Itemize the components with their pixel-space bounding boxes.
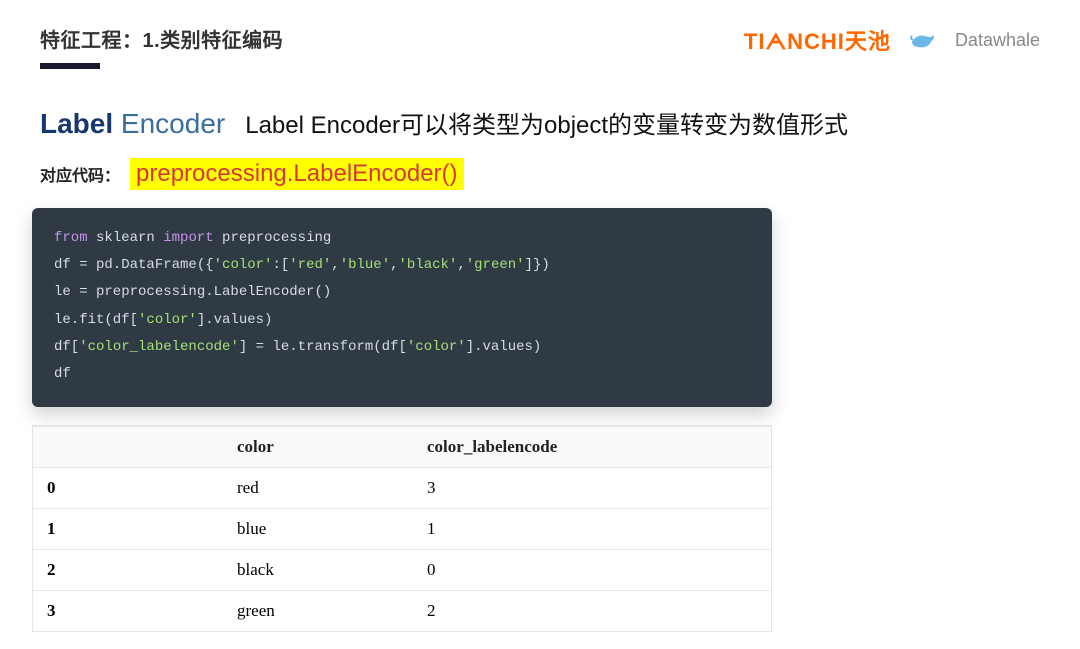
- cell-idx: 1: [33, 509, 223, 550]
- kw-import: import: [163, 230, 213, 246]
- logos: TIᗅNCHI天池 Datawhale: [744, 24, 1040, 56]
- output-table: color color_labelencode 0 red 3 1 blue 1…: [32, 425, 772, 632]
- code-l2e: ,: [457, 257, 465, 273]
- str-color: 'color': [214, 257, 273, 273]
- code-l2b: :[: [272, 257, 289, 273]
- title-description: Label Encoder可以将类型为object的变量转变为数值形式: [245, 105, 848, 140]
- code-l6: df: [54, 366, 71, 382]
- section-title: Label Encoder: [40, 108, 225, 140]
- code-line-4: le.fit(df['color'].values): [54, 308, 752, 333]
- title-encoder-word: Encoder: [113, 108, 225, 139]
- code-line-6: df: [54, 362, 752, 387]
- code-l3: le = preprocessing.LabelEncoder(): [54, 284, 331, 300]
- code-highlight: preprocessing.LabelEncoder(): [130, 158, 464, 190]
- table-row: 2 black 0: [33, 550, 771, 591]
- cell-idx: 2: [33, 550, 223, 591]
- code-line-5: df['color_labelencode'] = le.transform(d…: [54, 335, 752, 360]
- title-label-word: Label: [40, 108, 113, 139]
- table-row: 0 red 3: [33, 468, 771, 509]
- underline-accent: [40, 63, 100, 69]
- code-l2d: ,: [390, 257, 398, 273]
- kw-from: from: [54, 230, 88, 246]
- cell-color: blue: [223, 509, 413, 550]
- str-green: 'green': [466, 257, 525, 273]
- code-block: from sklearn import preprocessing df = p…: [32, 208, 772, 407]
- str-blue: 'blue': [340, 257, 390, 273]
- table-row: 3 green 2: [33, 591, 771, 632]
- str-red: 'red': [289, 257, 331, 273]
- header-color: color: [223, 427, 413, 468]
- code-l5a: df[: [54, 339, 79, 355]
- code-l4b: ].values): [197, 312, 273, 328]
- code-l5c: ].values): [466, 339, 542, 355]
- code-l5s1: 'color_labelencode': [79, 339, 239, 355]
- whale-icon: [909, 29, 937, 51]
- code-l2c: ,: [331, 257, 339, 273]
- tianchi-cn: 天池: [845, 29, 891, 54]
- tianchi-en: TIᗅNCHI: [744, 29, 845, 54]
- code-line-1: from sklearn import preprocessing: [54, 226, 752, 251]
- table-header-row: color color_labelencode: [33, 427, 771, 468]
- header-encode: color_labelencode: [413, 427, 771, 468]
- code-l5s2: 'color': [407, 339, 466, 355]
- module-preprocessing: preprocessing: [214, 230, 332, 246]
- cell-color: black: [223, 550, 413, 591]
- code-l4a: le.fit(df[: [54, 312, 138, 328]
- code-line-2: df = pd.DataFrame({'color':['red','blue'…: [54, 253, 752, 278]
- tianchi-logo: TIᗅNCHI天池: [744, 24, 891, 56]
- code-label-prefix: 对应代码：: [40, 162, 120, 186]
- cell-color: green: [223, 591, 413, 632]
- datawhale-label: Datawhale: [955, 30, 1040, 51]
- cell-idx: 3: [33, 591, 223, 632]
- header-index: [33, 427, 223, 468]
- code-l2a: df = pd.DataFrame({: [54, 257, 214, 273]
- cell-idx: 0: [33, 468, 223, 509]
- breadcrumb: 特征工程：1.类别特征编码: [40, 24, 283, 53]
- module-sklearn: sklearn: [88, 230, 164, 246]
- code-l4s: 'color': [138, 312, 197, 328]
- code-l2f: ]}): [525, 257, 550, 273]
- table-row: 1 blue 1: [33, 509, 771, 550]
- str-black: 'black': [399, 257, 458, 273]
- cell-enc: 2: [413, 591, 771, 632]
- code-line-3: le = preprocessing.LabelEncoder(): [54, 280, 752, 305]
- code-l5b: ] = le.transform(df[: [239, 339, 407, 355]
- cell-enc: 3: [413, 468, 771, 509]
- cell-enc: 0: [413, 550, 771, 591]
- cell-color: red: [223, 468, 413, 509]
- cell-enc: 1: [413, 509, 771, 550]
